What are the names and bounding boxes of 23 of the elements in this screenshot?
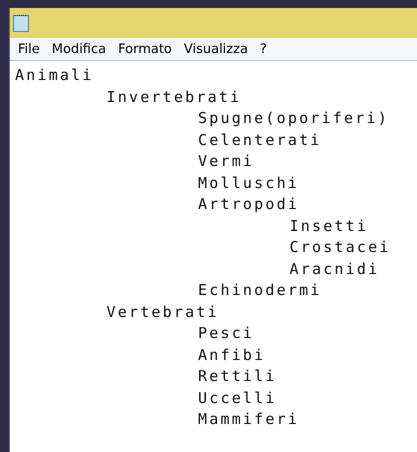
notepad-icon — [13, 14, 29, 32]
menu-item[interactable]: Visualizza — [178, 42, 254, 56]
outline-entry: Animali — [15, 65, 94, 86]
outline-entry: Uccelli — [198, 388, 277, 408]
outline-entry: Spugne(oporiferi) — [198, 108, 389, 129]
menu-item[interactable]: Modifica — [46, 42, 112, 56]
outline-entry: Invertebrati — [106, 86, 242, 108]
outline-entry: Celenterati — [198, 130, 322, 150]
menu-item[interactable]: File — [12, 42, 46, 56]
outline-entry: Aracnidi — [290, 258, 380, 280]
outline-entry: Crostacei — [290, 237, 391, 258]
outline-entry: Rettili — [198, 366, 277, 387]
outline-entry: Molluschi — [198, 172, 300, 194]
outline-entry: Vertebrati — [106, 302, 219, 322]
outline-entry: Anfibi — [198, 344, 266, 366]
outline-entry: Artropodi — [198, 194, 300, 215]
menu-item[interactable]: ? — [254, 42, 273, 56]
outline-entry: Insetti — [290, 216, 368, 236]
outline-entry: Vermi — [198, 151, 254, 172]
outline-entry: Echinodermi — [198, 280, 322, 301]
outline-entry: Mammiferi — [198, 409, 300, 430]
menu-item[interactable]: Formato — [112, 42, 178, 56]
outline-entry: Pesci — [198, 323, 254, 344]
